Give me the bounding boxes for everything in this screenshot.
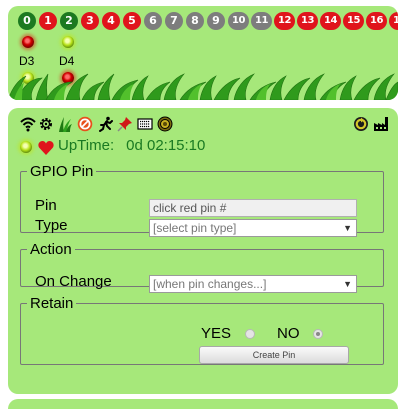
on-change-select[interactable]: [when pin changes...] ▼ [149,275,357,293]
pin-3[interactable]: 3 [81,12,99,30]
target-icon[interactable] [157,116,173,132]
no-sign-icon[interactable] [77,116,93,132]
pin-12[interactable]: 12 [274,12,295,30]
pin-7[interactable]: 7 [165,12,183,30]
runner-icon[interactable] [98,116,114,132]
next-panel-edge [8,399,398,409]
action-section: Action On Change [when pin changes...] ▼ [20,241,384,293]
keyboard-icon[interactable] [137,116,153,132]
pin-14[interactable]: 14 [320,12,341,30]
gear-icon[interactable] [38,116,54,132]
uptime-value: 0d 02:15:10 [126,137,206,154]
pin-type-value: [select pin type] [153,221,237,235]
pushpin-icon[interactable] [117,116,133,132]
retain-no-label: NO [277,325,300,342]
grass-icon[interactable] [57,116,73,132]
device-d4-label: D4 [59,54,75,68]
pin-17[interactable]: 17 [389,12,398,30]
chevron-down-icon: ▼ [343,223,352,233]
retain-yes-radio[interactable] [245,329,255,339]
retain-section: Retain YES NO Create Pin [20,295,384,365]
pin-15[interactable]: 15 [343,12,364,30]
on-change-label: On Change [35,273,112,290]
d3-status-led [22,36,34,48]
pin-16[interactable]: 16 [366,12,387,30]
pin-6[interactable]: 6 [144,12,162,30]
type-label: Type [35,217,68,234]
heart-icon [38,140,54,156]
on-change-value: [when pin changes...] [153,277,267,291]
pin-13[interactable]: 13 [297,12,318,30]
grass-decoration [8,73,398,100]
pin-9[interactable]: 9 [207,12,225,30]
device-d3-label: D3 [19,54,35,68]
gpio-pin-section: GPIO Pin Pin click red pin # Type [selec… [20,163,384,237]
pin-number-field[interactable]: click red pin # [149,199,357,217]
pin-5[interactable]: 5 [123,12,141,30]
refresh-icon[interactable] [353,116,369,132]
retain-yes-label: YES [201,325,232,342]
pin-map-panel: 0 1 2 3 4 5 6 7 8 9 10 11 12 13 14 15 16… [8,6,398,100]
pin-4[interactable]: 4 [102,12,120,30]
d4-status-led [62,36,74,48]
pin-8[interactable]: 8 [186,12,204,30]
config-panel: UpTime: 0d 02:15:10 GPIO Pin Pin click re… [8,108,398,394]
retain-no-radio[interactable] [313,329,323,339]
pin-1[interactable]: 1 [39,12,57,30]
action-legend: Action [30,241,72,258]
pin-type-select[interactable]: [select pin type] ▼ [149,219,357,237]
uptime-display: UpTime: 0d 02:15:10 [58,137,205,154]
pin-11[interactable]: 11 [251,12,272,30]
pin-0[interactable]: 0 [18,12,36,30]
wifi-icon[interactable] [20,116,36,132]
gpio-pin-legend: GPIO Pin [30,163,94,180]
pin-10[interactable]: 10 [228,12,249,30]
pin-label: Pin [35,197,57,214]
pin-2[interactable]: 2 [60,12,78,30]
retain-legend: Retain [30,295,74,312]
chevron-down-icon: ▼ [343,279,352,289]
status-led [20,141,32,153]
create-pin-button[interactable]: Create Pin [199,346,349,364]
uptime-label: UpTime: [58,137,115,154]
factory-icon[interactable] [373,116,389,132]
